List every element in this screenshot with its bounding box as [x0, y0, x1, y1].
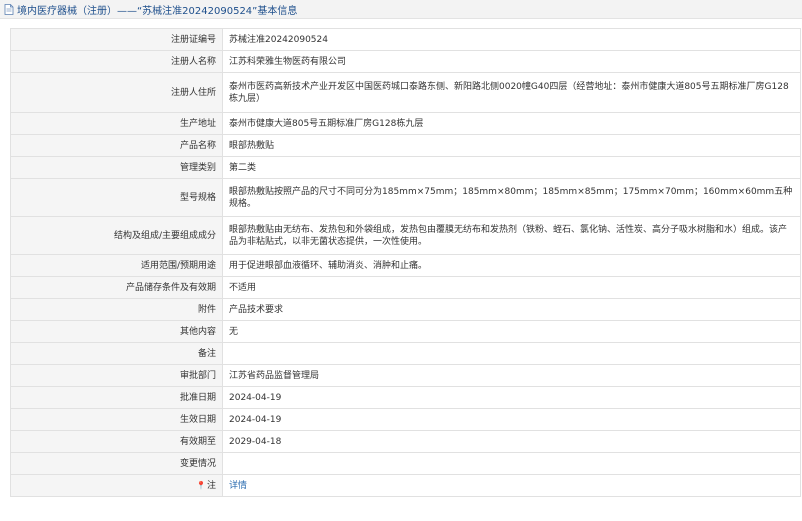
- row-value: 眼部热敷贴由无纺布、发热包和外袋组成，发热包由覆膜无纺布和发热剂（铁粉、蛭石、氯…: [222, 216, 801, 255]
- row-label: 审批部门: [10, 364, 223, 387]
- row-value: 泰州市医药高新技术产业开发区中国医药城口泰路东侧、新阳路北侧0020幢G40四层…: [222, 72, 801, 113]
- table-row: 批准日期 2024-04-19: [10, 386, 801, 409]
- row-label: 备注: [10, 342, 223, 365]
- row-label: 产品名称: [10, 134, 223, 157]
- row-label: 其他内容: [10, 320, 223, 343]
- row-value: 2029-04-18: [222, 430, 801, 453]
- row-label: 管理类别: [10, 156, 223, 179]
- note-value-cell: 详情: [222, 474, 801, 497]
- row-value: 无: [222, 320, 801, 343]
- table-row: 变更情况: [10, 452, 801, 475]
- row-value: 江苏科荣雅生物医药有限公司: [222, 50, 801, 73]
- row-value: 眼部热敷贴按照产品的尺寸不同可分为185mm×75mm；185mm×80mm；1…: [222, 178, 801, 217]
- note-row: 📍注 详情: [10, 474, 801, 497]
- row-label: 结构及组成/主要组成成分: [10, 216, 223, 255]
- table-row: 适用范围/预期用途 用于促进眼部血液循环、辅助消炎、消肿和止痛。: [10, 254, 801, 277]
- page-header: 境内医疗器械（注册）——“苏械注准20242090524”基本信息: [0, 0, 802, 19]
- row-label: 有效期至: [10, 430, 223, 453]
- row-label: 注册人名称: [10, 50, 223, 73]
- table-row: 型号规格 眼部热敷贴按照产品的尺寸不同可分为185mm×75mm；185mm×8…: [10, 178, 801, 217]
- row-value: 产品技术要求: [222, 298, 801, 321]
- row-value: 苏械注准20242090524: [222, 28, 801, 51]
- row-value: 不适用: [222, 276, 801, 299]
- note-label-cell: 📍注: [10, 474, 223, 497]
- row-value: [222, 342, 801, 365]
- table-row: 附件 产品技术要求: [10, 298, 801, 321]
- document-icon: [4, 3, 14, 15]
- table-row: 注册证编号 苏械注准20242090524: [10, 28, 801, 51]
- row-value: 泰州市健康大道805号五期标准厂房G128栋九层: [222, 112, 801, 135]
- row-value: 眼部热敷贴: [222, 134, 801, 157]
- table-row: 产品储存条件及有效期 不适用: [10, 276, 801, 299]
- row-value: [222, 452, 801, 475]
- detail-link[interactable]: 详情: [229, 481, 247, 491]
- table-row: 备注: [10, 342, 801, 365]
- table-row: 注册人住所 泰州市医药高新技术产业开发区中国医药城口泰路东侧、新阳路北侧0020…: [10, 72, 801, 113]
- row-value: 用于促进眼部血液循环、辅助消炎、消肿和止痛。: [222, 254, 801, 277]
- table-row: 产品名称 眼部热敷贴: [10, 134, 801, 157]
- row-label: 适用范围/预期用途: [10, 254, 223, 277]
- row-value: 2024-04-19: [222, 386, 801, 409]
- info-table: 注册证编号 苏械注准20242090524 注册人名称 江苏科荣雅生物医药有限公…: [10, 28, 801, 497]
- row-label: 附件: [10, 298, 223, 321]
- row-label: 批准日期: [10, 386, 223, 409]
- note-label: 注: [206, 480, 216, 491]
- table-row: 生效日期 2024-04-19: [10, 408, 801, 431]
- row-label: 注册证编号: [10, 28, 223, 51]
- table-row: 结构及组成/主要组成成分 眼部热敷贴由无纺布、发热包和外袋组成，发热包由覆膜无纺…: [10, 216, 801, 255]
- table-row: 管理类别 第二类: [10, 156, 801, 179]
- row-label: 生效日期: [10, 408, 223, 431]
- page-title: 境内医疗器械（注册）——“苏械注准20242090524”基本信息: [17, 5, 298, 17]
- table-row: 注册人名称 江苏科荣雅生物医药有限公司: [10, 50, 801, 73]
- row-label: 生产地址: [10, 112, 223, 135]
- row-value: 第二类: [222, 156, 801, 179]
- row-label: 产品储存条件及有效期: [10, 276, 223, 299]
- row-label: 变更情况: [10, 452, 223, 475]
- pin-icon: 📍: [196, 480, 206, 490]
- table-row: 其他内容 无: [10, 320, 801, 343]
- table-row: 审批部门 江苏省药品监督管理局: [10, 364, 801, 387]
- row-value: 江苏省药品监督管理局: [222, 364, 801, 387]
- row-label: 型号规格: [10, 178, 223, 217]
- table-row: 有效期至 2029-04-18: [10, 430, 801, 453]
- row-value: 2024-04-19: [222, 408, 801, 431]
- table-row: 生产地址 泰州市健康大道805号五期标准厂房G128栋九层: [10, 112, 801, 135]
- row-label: 注册人住所: [10, 72, 223, 113]
